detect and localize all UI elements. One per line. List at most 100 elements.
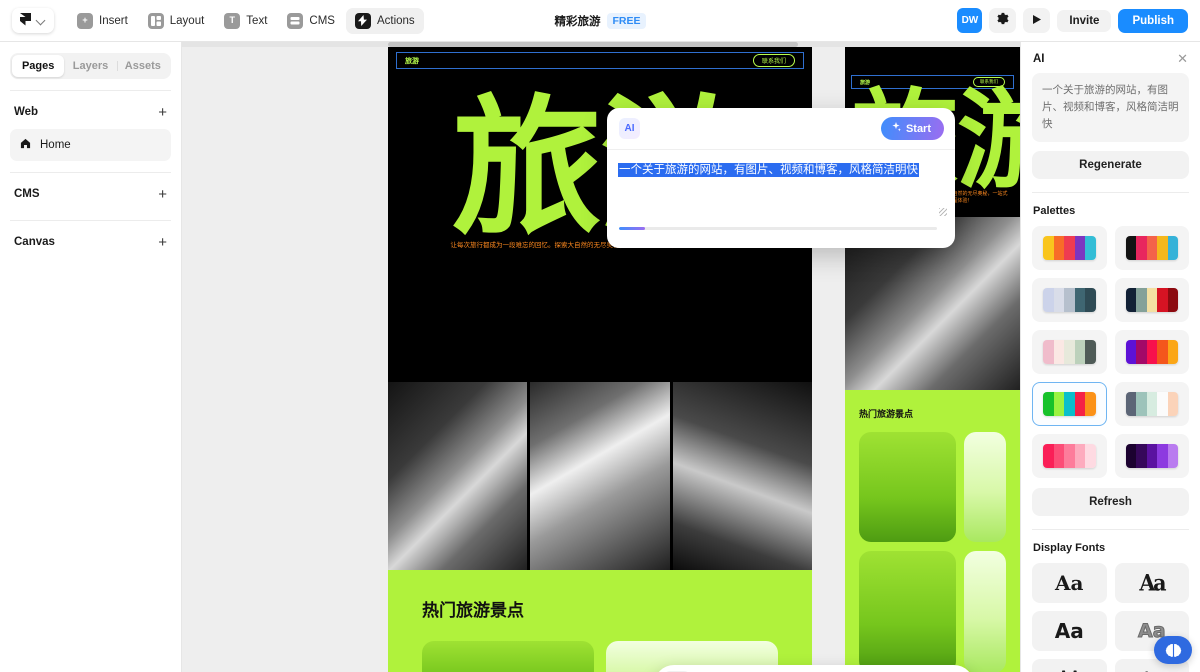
- menu-item-label: Actions: [376, 14, 415, 27]
- palette-color: [1085, 288, 1096, 312]
- regenerate-button[interactable]: Regenerate: [1032, 151, 1189, 179]
- publish-button[interactable]: Publish: [1118, 8, 1188, 33]
- palette-swatch: [1043, 340, 1096, 364]
- palette-color: [1146, 392, 1157, 416]
- palette-swatch: [1125, 444, 1178, 468]
- attraction-card[interactable]: [859, 551, 956, 672]
- sidebar-item-home[interactable]: Home: [10, 129, 171, 161]
- sparkle-icon: [891, 122, 901, 135]
- palette-color: [1074, 444, 1085, 468]
- palette-swatch: [1043, 236, 1096, 260]
- palette-color: [1136, 444, 1147, 468]
- attractions-section: 热门旅游景点: [388, 570, 812, 672]
- ai-prompt-textarea[interactable]: 一个关于旅游的网站，有图片、视频和博客，风格简洁明快: [607, 150, 955, 238]
- menu-item-label: Layout: [169, 14, 205, 27]
- document-name: 精彩旅游: [554, 16, 601, 28]
- palette-option-3[interactable]: [1032, 278, 1107, 322]
- palette-option-6[interactable]: [1114, 330, 1189, 374]
- attraction-card[interactable]: [963, 551, 1006, 672]
- ai-dialog-header: AI Start: [607, 108, 955, 150]
- menu-item-layout[interactable]: Layout: [139, 8, 214, 34]
- palette-color: [1064, 288, 1075, 312]
- palette-color: [1146, 444, 1157, 468]
- palette-color: [1125, 392, 1136, 416]
- menu-item-text[interactable]: T Text: [215, 8, 276, 34]
- attraction-card[interactable]: [963, 432, 1006, 542]
- invite-button[interactable]: Invite: [1057, 9, 1112, 32]
- palette-color: [1167, 444, 1178, 468]
- refresh-button[interactable]: Refresh: [1032, 488, 1189, 516]
- tab-pages[interactable]: Pages: [12, 55, 65, 77]
- font-option-2[interactable]: Aa: [1114, 563, 1189, 603]
- close-icon[interactable]: ✕: [1177, 52, 1188, 65]
- attraction-card[interactable]: [422, 641, 594, 672]
- framer-logo-icon: [20, 13, 31, 28]
- palette-color: [1074, 340, 1085, 364]
- palette-option-2[interactable]: [1114, 226, 1189, 270]
- ai-prompt-text: 一个关于旅游的网站，有图片、视频和博客，风格简洁明快: [619, 164, 918, 176]
- menu-item-cms[interactable]: CMS: [278, 8, 344, 34]
- plus-icon[interactable]: +: [158, 187, 167, 202]
- palette-color: [1167, 392, 1178, 416]
- sidebar-item-label: Home: [40, 139, 71, 151]
- menu-item-insert[interactable]: + Insert: [68, 8, 137, 34]
- palette-color: [1125, 340, 1136, 364]
- palette-color: [1146, 288, 1157, 312]
- palette-color: [1085, 444, 1096, 468]
- tab-layers[interactable]: Layers: [64, 55, 116, 77]
- lightning-bolt-icon: [354, 12, 371, 29]
- palette-color: [1064, 340, 1075, 364]
- tab-assets[interactable]: Assets: [116, 55, 169, 77]
- palette-option-8[interactable]: [1114, 382, 1189, 426]
- palette-option-1[interactable]: [1032, 226, 1107, 270]
- palette-option-4[interactable]: [1114, 278, 1189, 322]
- plus-icon[interactable]: +: [158, 105, 167, 120]
- palette-swatch: [1043, 288, 1096, 312]
- plus-icon[interactable]: +: [158, 235, 167, 250]
- menu-item-label: Insert: [99, 14, 128, 27]
- menu-item-actions[interactable]: Actions: [345, 7, 424, 34]
- ai-prompt-dialog[interactable]: AI Start 一个关于旅游的网站，有图片、视频和博客，风格简洁明快: [607, 108, 955, 248]
- ai-right-panel: AI ✕ 一个关于旅游的网站，有图片、视频和博客，风格简洁明快 Regenera…: [1020, 42, 1200, 672]
- font-option-1[interactable]: Aa: [1032, 563, 1107, 603]
- palette-color: [1043, 288, 1054, 312]
- palette-option-5[interactable]: [1032, 330, 1107, 374]
- start-button-label: Start: [905, 122, 931, 135]
- palette-option-10[interactable]: [1114, 434, 1189, 478]
- palette-color: [1053, 236, 1064, 260]
- font-option-5[interactable]: AA: [1032, 659, 1107, 672]
- panel-divider: [1032, 529, 1189, 530]
- panel-prompt-text[interactable]: 一个关于旅游的网站，有图片、视频和博客，风格简洁明快: [1032, 73, 1189, 142]
- settings-button[interactable]: [989, 8, 1017, 33]
- attraction-card[interactable]: [859, 432, 956, 542]
- top-right-actions: DW Invite Publish: [957, 8, 1188, 33]
- palette-color: [1074, 392, 1085, 416]
- display-fonts-section-title: Display Fonts: [1033, 542, 1106, 554]
- palette-color: [1043, 340, 1054, 364]
- palette-color: [1157, 392, 1168, 416]
- palette-color: [1085, 340, 1096, 364]
- palette-color: [1167, 236, 1178, 260]
- palette-color: [1167, 340, 1178, 364]
- brain-icon[interactable]: [1154, 636, 1192, 664]
- palette-color: [1085, 392, 1096, 416]
- photo-thumbnail: [388, 382, 528, 570]
- start-button[interactable]: Start: [880, 117, 944, 140]
- preview-button[interactable]: [1023, 8, 1051, 33]
- resize-grip-icon[interactable]: [939, 208, 947, 216]
- left-sidebar: Pages Layers Assets Web + Home CMS + Can…: [0, 42, 182, 672]
- design-canvas[interactable]: 旅游 联系我们 旅游 让每次旅行都成为一段难忘的回忆。探索大自然的无尽奥秘，一站…: [182, 42, 1020, 672]
- palette-color: [1074, 236, 1085, 260]
- group-label: Canvas: [14, 236, 55, 248]
- sidebar-divider: [10, 220, 171, 221]
- palette-option-7[interactable]: [1032, 382, 1107, 426]
- group-web: Web +: [0, 97, 181, 127]
- palette-color: [1053, 392, 1064, 416]
- avatar[interactable]: DW: [957, 8, 983, 33]
- palette-option-9[interactable]: [1032, 434, 1107, 478]
- brand-menu-button[interactable]: [12, 8, 54, 33]
- font-sample: AA: [1058, 668, 1081, 672]
- play-icon: [1031, 12, 1042, 30]
- font-option-3[interactable]: Aa: [1032, 611, 1107, 651]
- site-navbar: 旅游 联系我们: [396, 52, 804, 69]
